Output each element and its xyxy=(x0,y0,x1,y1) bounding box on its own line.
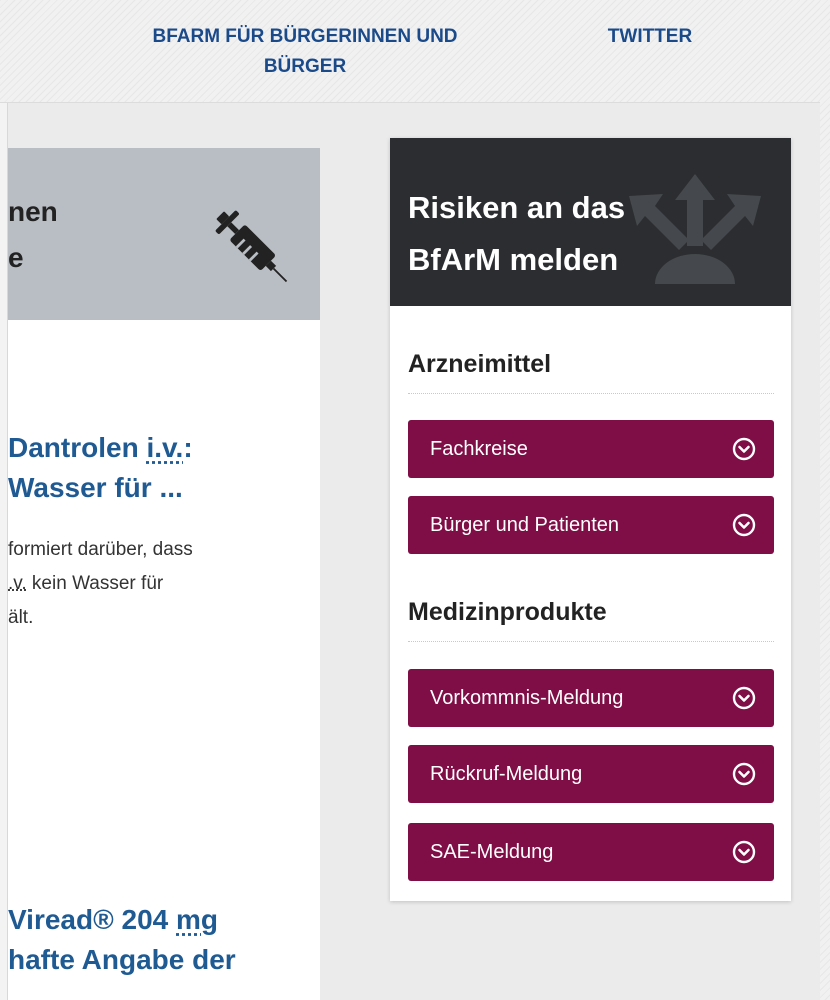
article-title[interactable]: Viread® 204 mg hafte Angabe der xyxy=(8,900,308,980)
syringe-icon xyxy=(215,210,288,283)
report-button-rueckruf[interactable]: Rückruf-Meldung xyxy=(408,745,774,803)
content-panel: nen e Dantrolen i.v.: Wasser für ... for… xyxy=(8,148,320,1000)
chevron-down-circle-icon xyxy=(732,437,756,461)
article-teaser-line: ält. xyxy=(8,607,34,628)
panel-header: nen e xyxy=(8,148,320,320)
page-gutter xyxy=(0,103,8,1000)
section-title-arzneimittel: Arzneimittel xyxy=(408,350,774,394)
report-button-label: Rückruf-Meldung xyxy=(430,762,583,785)
article-teaser-line: kein Wasser für xyxy=(26,573,164,594)
article-teaser-line: formiert darüber, dass xyxy=(8,539,193,560)
report-button-label: Fachkreise xyxy=(430,437,528,460)
article-title-abbr: mg xyxy=(176,904,218,935)
article-title-text: Wasser für ... xyxy=(8,472,183,503)
report-button-buerger-patienten[interactable]: Bürger und Patienten xyxy=(408,496,774,554)
panel-heading-line1: nen xyxy=(8,196,58,227)
chevron-down-circle-icon xyxy=(732,513,756,537)
report-button-fachkreise[interactable]: Fachkreise xyxy=(408,420,774,478)
report-button-vorkommnis[interactable]: Vorkommnis-Meldung xyxy=(408,669,774,727)
article-title-text: Viread® 204 xyxy=(8,904,176,935)
report-button-label: Bürger und Patienten xyxy=(430,513,620,536)
chevron-down-circle-icon xyxy=(732,762,756,786)
article-title-text: Dantrolen xyxy=(8,432,147,463)
report-button-label: Vorkommnis-Meldung xyxy=(430,686,624,709)
article-title[interactable]: Dantrolen i.v.: Wasser für ... xyxy=(8,428,308,508)
article-title-text: hafte Angabe der xyxy=(8,944,236,975)
article-teaser-abbr: .v. xyxy=(8,573,27,594)
article-teaser: formiert darüber, dass .v. kein Wasser f… xyxy=(8,533,308,635)
page-background-edge xyxy=(820,0,830,1000)
report-box-header: Risiken an das BfArM melden xyxy=(390,138,791,306)
report-button-sae[interactable]: SAE-Meldung xyxy=(408,823,774,881)
nav-link-buerger[interactable]: BFARM FÜR BÜRGERINNEN UND BÜRGER xyxy=(150,22,460,82)
panel-heading-line2: e xyxy=(8,242,24,273)
report-risks-box: Risiken an das BfArM melden Arzneimittel… xyxy=(390,138,791,901)
report-button-label: SAE-Meldung xyxy=(430,840,554,863)
article-title-text: : xyxy=(183,432,193,463)
chevron-down-circle-icon xyxy=(732,840,756,864)
article-title-abbr: i.v. xyxy=(146,432,184,463)
section-title-medizinprodukte: Medizinprodukte xyxy=(408,598,774,642)
top-navigation: BFARM FÜR BÜRGERINNEN UND BÜRGER TWITTER xyxy=(0,0,830,103)
chevron-down-circle-icon xyxy=(732,686,756,710)
nav-link-twitter[interactable]: TWITTER xyxy=(580,22,720,52)
report-box-title: Risiken an das BfArM melden xyxy=(408,190,626,277)
